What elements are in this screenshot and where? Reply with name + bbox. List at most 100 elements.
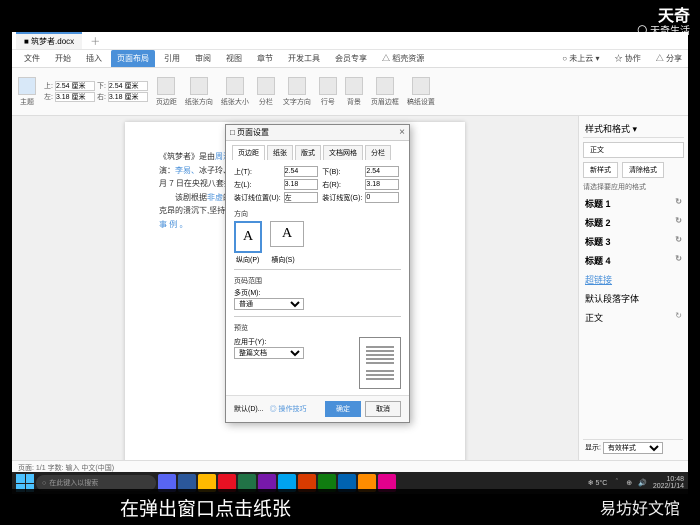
clear-format-button[interactable]: 清除格式 [622,162,664,178]
show-label: 显示: [585,445,601,452]
margins-icon [157,77,175,95]
tab-member[interactable]: 会员专享 [329,50,373,67]
margin-left-input[interactable] [55,92,95,102]
manuscript-icon [412,77,430,95]
style-heading2[interactable]: 标题 2↻ [583,213,684,232]
page-setup-dialog: □ 页面设置 × 页边距 纸张 版式 文档网格 分栏 上(T): 下(B): 左… [225,124,410,423]
weather-widget[interactable]: ❄ 5°C [588,479,608,487]
line-numbers-button[interactable]: 行号 [319,77,337,107]
style-heading1[interactable]: 标题 1↻ [583,194,684,213]
margin-bottom-input[interactable] [108,81,148,91]
refresh-icon[interactable]: ↻ [675,216,682,229]
dlg-tab-paper[interactable]: 纸张 [267,145,293,160]
window-titlebar: ■ 筑梦者.docx ＋ [12,32,688,50]
style-section-label: 请选择要应用的格式 [583,182,684,192]
system-tray[interactable]: ❄ 5°C ＾ ⊕ 🔊 10:48 2022/1/14 [588,476,684,490]
style-hyperlink[interactable]: 超链接 [583,270,684,289]
dlg-tab-margins[interactable]: 页边距 [232,145,265,160]
text-direction-icon [288,77,306,95]
columns-button[interactable]: 分栏 [257,77,275,107]
refresh-icon[interactable]: ↻ [675,235,682,248]
styles-panel: 样式和格式 ▾ 正文 新样式 清除格式 请选择要应用的格式 标题 1↻ 标题 2… [578,116,688,460]
caption-brand: 易坊好文馆 [600,495,680,519]
tab-page-layout[interactable]: 页面布局 [111,50,155,67]
dlg-gutter-width[interactable] [365,192,399,203]
ok-button[interactable]: 确定 [325,401,361,417]
margin-quick-inputs: 上:下: 左:右: [44,81,148,102]
dlg-margin-left[interactable] [284,179,318,190]
manuscript-button[interactable]: 稿纸设置 [407,77,435,107]
orientation-portrait[interactable]: A [234,221,262,253]
cancel-button[interactable]: 取消 [365,401,401,417]
dialog-title: □ 页面设置 [230,127,269,138]
orientation-icon [190,77,208,95]
theme-icon [18,77,36,95]
tab-insert[interactable]: 插入 [80,50,108,67]
refresh-icon[interactable]: ↻ [675,197,682,210]
document-tab[interactable]: ■ 筑梦者.docx [16,32,82,49]
margins-button[interactable]: 页边距 [156,77,177,107]
refresh-icon[interactable]: ↻ [675,311,682,324]
ribbon-tabs: 文件 开始 插入 页面布局 引用 审阅 视图 章节 开发工具 会员专享 △ 稻壳… [12,50,688,68]
style-heading4[interactable]: 标题 4↻ [583,251,684,270]
caption-text: 在弹出窗口点击纸张 [120,494,291,521]
dlg-gutter-pos[interactable] [284,192,318,203]
paper-size-icon [226,77,244,95]
page-preview [359,337,401,389]
multipage-select[interactable]: 普通 [234,298,304,310]
tab-file[interactable]: 文件 [18,50,46,67]
tab-review[interactable]: 审阅 [189,50,217,67]
orientation-button[interactable]: 纸张方向 [185,77,213,107]
ribbon-toolbar: 主题 上:下: 左:右: 页边距 纸张方向 纸张大小 分栏 文字方向 行号 背景… [12,68,688,116]
volume-icon[interactable]: 🔊 [638,479,647,487]
dialog-footer: 默认(D)... ◎ 操作技巧 确定 取消 [226,395,409,422]
close-icon[interactable]: × [399,127,405,138]
paper-size-button[interactable]: 纸张大小 [221,77,249,107]
tab-resources[interactable]: △ 稻壳资源 [376,50,430,67]
style-default-font[interactable]: 默认段落字体 [583,289,684,308]
margin-right-input[interactable] [108,92,148,102]
collab-button[interactable]: ☆ 协作 [609,50,647,67]
show-filter-select[interactable]: 有效样式 [603,442,663,454]
default-button[interactable]: 默认(D)... [234,404,264,414]
style-heading3[interactable]: 标题 3↻ [583,232,684,251]
new-style-button[interactable]: 新样式 [583,162,618,178]
tab-view[interactable]: 视图 [220,50,248,67]
margin-top-input[interactable] [55,81,95,91]
tab-references[interactable]: 引用 [158,50,186,67]
pages-label: 页码范围 [234,276,401,286]
orientation-landscape[interactable]: A [270,221,304,247]
theme-group[interactable]: 主题 [18,77,36,107]
apply-to-select[interactable]: 整篇文档 [234,347,304,359]
dlg-tab-columns[interactable]: 分栏 [365,145,391,160]
tips-link[interactable]: ◎ 操作技巧 [270,404,307,414]
background-button[interactable]: 背景 [345,77,363,107]
dlg-margin-bottom[interactable] [365,166,399,177]
tray-chevron-icon[interactable]: ＾ [613,478,620,488]
text-direction-button[interactable]: 文字方向 [283,77,311,107]
dialog-body: 上(T): 下(B): 左(L): 右(R): 装订线位置(U): 装订线宽(G… [226,160,409,395]
cloud-status[interactable]: ○ 未上云 ▾ [556,50,605,67]
dialog-titlebar[interactable]: □ 页面设置 × [226,125,409,141]
columns-icon [257,77,275,95]
tab-developer[interactable]: 开发工具 [282,50,326,67]
clock-time[interactable]: 10:48 [653,476,684,483]
tab-chapter[interactable]: 章节 [251,50,279,67]
new-tab-button[interactable]: ＋ [84,31,106,50]
network-icon[interactable]: ⊕ [626,479,632,487]
preview-label: 预览 [234,323,401,333]
dlg-margin-right[interactable] [365,179,399,190]
body-style-preview[interactable]: 正文 [583,142,684,158]
tab-home[interactable]: 开始 [49,50,77,67]
panel-title: 样式和格式 ▾ [583,120,684,138]
refresh-icon[interactable]: ↻ [675,254,682,267]
page-border-icon [376,77,394,95]
dlg-tab-grid[interactable]: 文档网格 [323,145,363,160]
line-numbers-icon [319,77,337,95]
style-body[interactable]: 正文↻ [583,308,684,327]
share-button[interactable]: △ 分享 [650,50,688,67]
dlg-tab-layout[interactable]: 版式 [295,145,321,160]
dlg-margin-top[interactable] [284,166,318,177]
video-caption: 在弹出窗口点击纸张 易坊好文馆 [0,489,700,525]
page-border-button[interactable]: 页眉边框 [371,77,399,107]
